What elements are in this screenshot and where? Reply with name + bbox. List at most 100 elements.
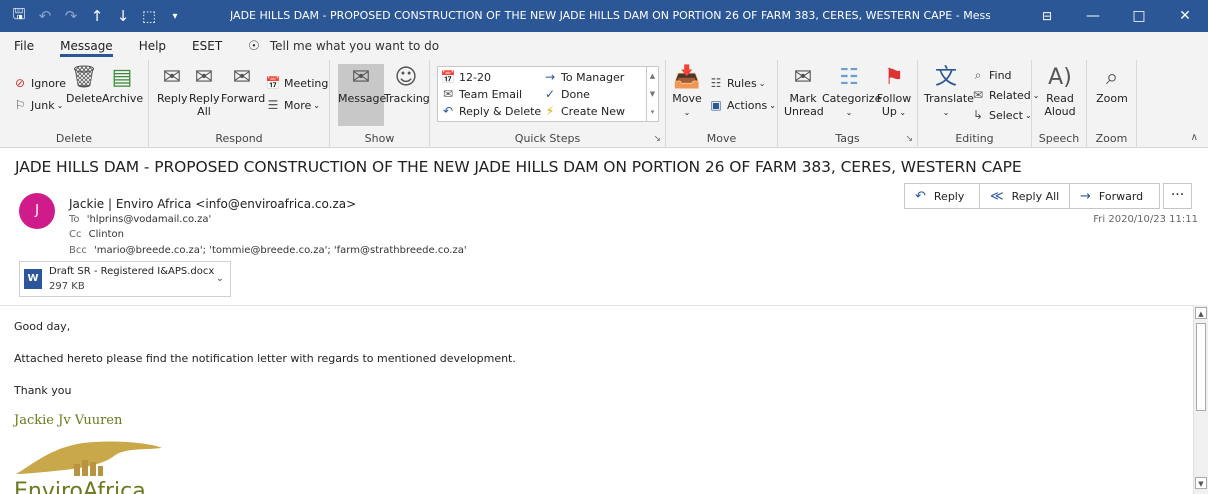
magnifier-icon: ⌕ xyxy=(1105,65,1119,90)
quick-step-12-20[interactable]: 📅 12-20 xyxy=(440,68,491,86)
quick-step-to-manager[interactable]: → To Manager xyxy=(542,68,624,86)
expand-icon[interactable]: ▾ xyxy=(651,108,655,116)
reply-arrow-icon: ↶ xyxy=(442,104,454,118)
quick-step-reply-delete[interactable]: ↶ Reply & Delete xyxy=(440,102,541,120)
translate-button[interactable]: 文 Translate ⌄ xyxy=(924,64,974,119)
scroll-down-icon[interactable]: ▼ xyxy=(650,90,655,98)
tracking-icon: ☺ xyxy=(394,65,418,90)
more-respond-button[interactable]: ☰ More ⌄ xyxy=(265,96,320,114)
translate-icon: 文 xyxy=(934,65,957,90)
scroll-up-icon[interactable]: ▲ xyxy=(1195,307,1207,319)
scroll-down-icon[interactable]: ▼ xyxy=(1195,477,1207,489)
cc-recipient[interactable]: Clinton xyxy=(89,229,124,240)
ignore-button[interactable]: ⊘ Ignore xyxy=(12,74,66,92)
quick-step-create-new[interactable]: ⚡ Create New xyxy=(542,102,625,120)
sender-name[interactable]: Jackie | Enviro Africa <info@enviroafric… xyxy=(69,197,356,211)
to-recipient[interactable]: 'hlprins@vodamail.co.za' xyxy=(87,214,212,225)
forward-button[interactable]: ✉ Forward xyxy=(221,64,265,105)
reply-all-action-button[interactable]: ≪ Reply All xyxy=(980,183,1070,209)
mark-unread-button[interactable]: ✉ Mark Unread xyxy=(784,64,824,118)
junk-button[interactable]: ⚐ Junk ⌄ xyxy=(12,96,64,114)
dialog-launcher-icon[interactable]: ↘ xyxy=(905,134,913,144)
reply-all-envelope-icon: ✉ xyxy=(194,65,214,90)
reply-action-button[interactable]: ↶ Reply xyxy=(904,183,980,209)
categorize-button[interactable]: ☷ Categorize ⌄ xyxy=(822,64,881,119)
sent-date: Fri 2020/10/23 11:11 xyxy=(1093,214,1198,225)
find-button[interactable]: ⌕ Find xyxy=(970,66,1012,84)
rules-button[interactable]: ☷ Rules ⌄ xyxy=(708,74,766,92)
collapse-ribbon-icon[interactable]: ∧ xyxy=(1191,132,1198,143)
more-actions-button[interactable]: ··· xyxy=(1163,183,1192,209)
follow-up-button[interactable]: ⚑ Follow Up ⌄ xyxy=(876,64,912,119)
actions-button[interactable]: ▣ Actions ⌄ xyxy=(708,96,776,114)
restore-ribbon-icon[interactable]: ⊟ xyxy=(1024,0,1070,32)
customize-icon[interactable]: ▾ xyxy=(162,0,188,32)
group-move: 📥 Move ⌄ ☷ Rules ⌄ ▣ Actions ⌄ Move xyxy=(666,60,778,148)
actions-icon: ▣ xyxy=(710,98,722,112)
word-doc-icon: W xyxy=(24,269,42,289)
flag-icon: ⚑ xyxy=(884,65,904,90)
quick-steps-scroll[interactable]: ▲ ▼ ▾ xyxy=(646,67,658,121)
body-closing: Thank you xyxy=(14,384,72,397)
close-icon[interactable]: ✕ xyxy=(1162,0,1208,32)
tab-help[interactable]: Help xyxy=(139,32,166,60)
reply-all-button[interactable]: ✉ Reply All xyxy=(189,64,219,118)
tab-file[interactable]: File xyxy=(14,32,34,60)
zoom-button[interactable]: ⌕ Zoom xyxy=(1092,64,1132,105)
envelope-icon: ✉ xyxy=(442,87,454,101)
quick-access-toolbar: 🖫 ↶ ↷ ↑ ↓ ⬚ ▾ xyxy=(0,0,188,32)
meeting-button[interactable]: 📅 Meeting xyxy=(265,74,329,92)
scroll-up-icon[interactable]: ▲ xyxy=(650,72,655,80)
read-aloud-icon: A) xyxy=(1048,65,1072,90)
down-arrow-icon[interactable]: ↓ xyxy=(110,0,136,32)
scroll-thumb[interactable] xyxy=(1196,323,1206,411)
reply-arrow-icon: ↶ xyxy=(915,188,926,204)
archive-icon: ▤ xyxy=(111,65,133,90)
body-scrollbar[interactable]: ▲ ▼ xyxy=(1193,305,1208,494)
group-label-delete: Delete xyxy=(55,132,93,145)
avatar[interactable]: J xyxy=(19,193,55,229)
group-label-quick-steps: Quick Steps xyxy=(514,132,581,145)
message-button[interactable]: ✉ Message xyxy=(338,64,386,126)
group-label-move: Move xyxy=(706,132,737,145)
redo-icon[interactable]: ↷ xyxy=(58,0,84,32)
select-button[interactable]: ↳ Select ⌄ xyxy=(970,106,1032,124)
group-label-respond: Respond xyxy=(215,132,263,145)
message-envelope-icon: ✉ xyxy=(351,65,371,90)
save-icon[interactable]: 🖫 xyxy=(6,0,32,32)
title-bar: 🖫 ↶ ↷ ↑ ↓ ⬚ ▾ JADE HILLS DAM - PROPOSED … xyxy=(0,0,1208,32)
to-line: To 'hlprins@vodamail.co.za' xyxy=(69,214,212,225)
checkmark-icon: ✓ xyxy=(544,87,556,101)
archive-button[interactable]: ▤ Archive xyxy=(102,64,143,105)
delete-button[interactable]: 🗑 Delete xyxy=(66,64,102,105)
enviroafrica-logo: EnviroAfrica xyxy=(14,441,162,494)
reply-button[interactable]: ✉ Reply xyxy=(157,64,187,105)
dialog-launcher-icon[interactable]: ↘ xyxy=(653,134,661,144)
chevron-down-icon[interactable]: ⌄ xyxy=(216,273,224,284)
minimize-icon[interactable]: — xyxy=(1070,0,1116,32)
calendar-icon: 📅 xyxy=(265,76,281,90)
move-button[interactable]: 📥 Move ⌄ xyxy=(672,64,702,119)
attachment-card[interactable]: W Draft SR - Registered I&APS.docx 297 K… xyxy=(19,261,231,297)
tracking-button[interactable]: ☺ Tracking xyxy=(384,64,430,105)
forward-action-button[interactable]: → Forward xyxy=(1070,183,1160,209)
share-icon[interactable]: ⬚ xyxy=(136,0,162,32)
attachment-name: Draft SR - Registered I&APS.docx xyxy=(49,266,215,277)
reply-all-arrow-icon: ≪ xyxy=(990,188,1004,204)
group-tags: ✉ Mark Unread ☷ Categorize ⌄ ⚑ Follow Up … xyxy=(778,60,918,148)
tab-message[interactable]: Message xyxy=(60,32,113,60)
up-arrow-icon[interactable]: ↑ xyxy=(84,0,110,32)
quick-step-done[interactable]: ✓ Done xyxy=(542,85,590,103)
categorize-icon: ☷ xyxy=(839,65,859,90)
related-button[interactable]: ✉ Related ⌄ xyxy=(970,86,1040,104)
tab-eset[interactable]: ESET xyxy=(192,32,222,60)
maximize-icon[interactable]: □ xyxy=(1116,0,1162,32)
message-subject: JADE HILLS DAM - PROPOSED CONSTRUCTION O… xyxy=(15,158,1022,176)
read-aloud-button[interactable]: A) Read Aloud xyxy=(1038,64,1082,118)
undo-icon[interactable]: ↶ xyxy=(32,0,58,32)
tell-me-search[interactable]: ☉ Tell me what you want to do xyxy=(248,39,439,54)
forward-arrow-icon: → xyxy=(1080,188,1091,204)
quick-step-team-email[interactable]: ✉ Team Email xyxy=(440,85,522,103)
bcc-recipients[interactable]: 'mario@breede.co.za'; 'tommie@breede.co.… xyxy=(94,245,467,256)
ignore-icon: ⊘ xyxy=(14,76,26,90)
